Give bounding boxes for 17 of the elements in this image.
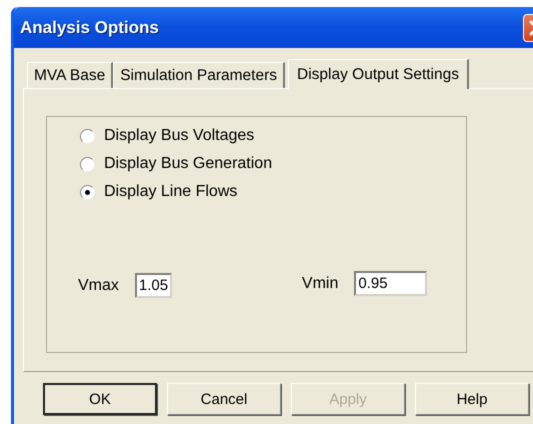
input-field[interactable]: 0.95 xyxy=(354,271,428,296)
radio-label: Display Bus Voltages xyxy=(104,127,254,145)
tab[interactable]: Display Output Settings xyxy=(288,59,469,89)
window-title: Analysis Options xyxy=(20,18,159,38)
tab[interactable]: Simulation Parameters xyxy=(113,62,286,88)
radio-button[interactable] xyxy=(80,128,95,144)
dialog-button[interactable]: OK xyxy=(43,383,157,415)
field-label: Vmin xyxy=(302,274,338,292)
dialog-button[interactable]: Help xyxy=(415,383,529,415)
input-field[interactable]: 1.05 xyxy=(134,273,172,298)
radio-button[interactable] xyxy=(80,184,95,200)
radio-label: Display Bus Generation xyxy=(104,155,272,173)
tab[interactable]: MVA Base xyxy=(27,62,114,88)
field-label: Vmax xyxy=(78,276,119,294)
radio-button[interactable] xyxy=(80,156,95,172)
dialog-button[interactable]: Cancel xyxy=(167,383,281,415)
radio-label: Display Line Flows xyxy=(104,183,238,201)
